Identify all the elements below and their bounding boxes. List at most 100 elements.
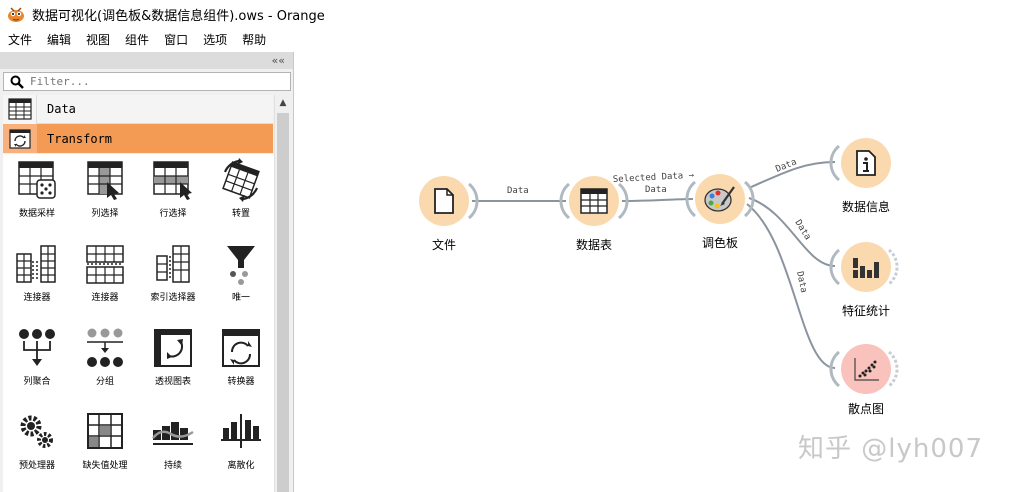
- category-data-label: Data: [47, 102, 76, 116]
- node-feature-statistics[interactable]: [841, 242, 891, 292]
- transpose-icon: [222, 158, 260, 202]
- transform-icon: [3, 124, 37, 153]
- widget-group-by[interactable]: 分组: [71, 322, 139, 406]
- widget-select-by-index[interactable]: 索引选择器: [139, 238, 207, 322]
- links-layer: Data Selected Data → Data Data Data Data: [467, 144, 899, 388]
- workflow-canvas[interactable]: Data Selected Data → Data Data Data Data…: [295, 52, 1013, 492]
- widget-label: 列选择: [91, 209, 119, 219]
- link-palette-stats-label: Data: [792, 218, 812, 242]
- widget-label: 数据采样: [18, 209, 55, 219]
- widget-select-columns[interactable]: 列选择: [71, 154, 139, 238]
- node-data-table[interactable]: [569, 176, 619, 226]
- widget-label: 持续: [163, 461, 182, 471]
- menu-options[interactable]: 选项: [195, 28, 234, 52]
- link-table-palette[interactable]: [621, 198, 694, 202]
- widget-label: 透视图表: [154, 377, 191, 387]
- continuize-icon: [152, 422, 194, 445]
- widget-dock: «« Data Transfo: [0, 52, 294, 492]
- widget-aggregate-columns[interactable]: 列聚合: [3, 322, 71, 406]
- dock-header: ««: [0, 52, 293, 69]
- node-file[interactable]: [419, 176, 469, 226]
- widget-preprocess[interactable]: 预处理器: [3, 406, 71, 490]
- widget-concatenate[interactable]: 连接器: [71, 238, 139, 322]
- link-table-palette-label: Selected Data →: [613, 171, 695, 185]
- preprocess-icon: [20, 415, 53, 448]
- scatter-plot-icon: [854, 358, 879, 381]
- node-palette[interactable]: [695, 174, 745, 224]
- widget-label: 列聚合: [23, 377, 51, 387]
- category-data[interactable]: Data: [3, 94, 273, 124]
- menu-help[interactable]: 帮助: [234, 28, 273, 52]
- widget-label: 唯一: [231, 293, 250, 303]
- link-palette-stats[interactable]: [748, 197, 836, 267]
- info-icon: [856, 150, 876, 176]
- widget-label: 分组: [95, 377, 114, 387]
- dock-scrollbar[interactable]: ▲: [274, 95, 291, 492]
- menu-window[interactable]: 窗口: [156, 28, 195, 52]
- widget-label: 预处理器: [18, 461, 55, 471]
- menu-bar: 文件 编辑 视图 组件 窗口 选项 帮助: [0, 28, 1013, 52]
- title-bar: 数据可视化(调色板&数据信息组件).ows - Orange: [0, 0, 1013, 28]
- unique-icon: [227, 246, 255, 285]
- widget-grid: 数据采样 列选择 行选择 转置 连接器 连接器 索引选择器 唯一 列聚合 分组 …: [3, 154, 274, 492]
- bar-chart-icon: [853, 258, 879, 278]
- node-scatter-plot[interactable]: [841, 344, 891, 394]
- widget-discretize[interactable]: 离散化: [207, 406, 275, 490]
- widget-impute[interactable]: 缺失值处理: [71, 406, 139, 490]
- filter-box[interactable]: [3, 72, 291, 91]
- widget-merge-data[interactable]: 连接器: [3, 238, 71, 322]
- link-file-table-label: Data: [507, 186, 529, 196]
- select-by-index-icon: [156, 245, 190, 283]
- search-icon: [10, 75, 24, 89]
- node-palette-label: 调色板: [701, 236, 739, 250]
- node-data-table-label: 数据表: [575, 238, 613, 252]
- widget-label: 索引选择器: [150, 293, 196, 303]
- file-icon: [434, 188, 454, 214]
- discretize-icon: [221, 414, 261, 448]
- merge-data-icon: [16, 245, 56, 283]
- widget-data-sampler[interactable]: 数据采样: [3, 154, 71, 238]
- scroll-thumb[interactable]: [277, 113, 289, 492]
- orange-app-icon: [8, 7, 24, 22]
- widget-pivot-table[interactable]: 透视图表: [139, 322, 207, 406]
- data-sampler-icon: [18, 161, 56, 199]
- select-rows-icon: [153, 161, 192, 200]
- link-palette-scatter[interactable]: [746, 203, 836, 369]
- palette-icon: [704, 186, 735, 212]
- node-scatter-plot-label: 散点图: [847, 402, 885, 416]
- link-palette-scatter-label: Data: [794, 271, 808, 294]
- widget-label: 连接器: [91, 293, 119, 303]
- widget-apply-domain[interactable]: 转换器: [207, 322, 275, 406]
- link-table-palette-sublabel: Data: [645, 185, 667, 195]
- widget-continuize[interactable]: 持续: [139, 406, 207, 490]
- menu-widgets[interactable]: 组件: [117, 28, 156, 52]
- pivot-table-icon: [154, 329, 192, 367]
- node-data-info-label: 数据信息: [841, 200, 891, 214]
- widget-label: 缺失值处理: [82, 461, 128, 471]
- apply-domain-icon: [222, 329, 260, 367]
- widget-select-rows[interactable]: 行选择: [139, 154, 207, 238]
- aggregate-columns-icon: [19, 329, 55, 366]
- menu-edit[interactable]: 编辑: [39, 28, 78, 52]
- node-feature-statistics-label: 特征统计: [841, 304, 891, 318]
- menu-view[interactable]: 视图: [78, 28, 117, 52]
- widget-label: 转换器: [227, 377, 255, 387]
- impute-icon: [87, 413, 123, 449]
- widget-unique[interactable]: 唯一: [207, 238, 275, 322]
- widget-label: 离散化: [227, 461, 255, 471]
- category-transform[interactable]: Transform: [3, 124, 273, 153]
- filter-input[interactable]: [30, 75, 280, 88]
- select-columns-icon: [87, 161, 123, 200]
- group-by-icon: [87, 328, 123, 367]
- menu-file[interactable]: 文件: [0, 28, 39, 52]
- watermark: 知乎 @lyh007: [798, 434, 983, 464]
- scroll-up-icon[interactable]: ▲: [275, 95, 291, 111]
- node-data-info[interactable]: [841, 138, 891, 188]
- window-title: 数据可视化(调色板&数据信息组件).ows - Orange: [32, 8, 325, 24]
- node-file-label: 文件: [431, 238, 457, 252]
- category-transform-label: Transform: [47, 131, 113, 146]
- collapse-dock-button[interactable]: ««: [272, 52, 285, 69]
- concatenate-icon: [86, 245, 124, 284]
- widget-label: 转置: [231, 209, 250, 219]
- widget-transpose[interactable]: 转置: [207, 154, 275, 238]
